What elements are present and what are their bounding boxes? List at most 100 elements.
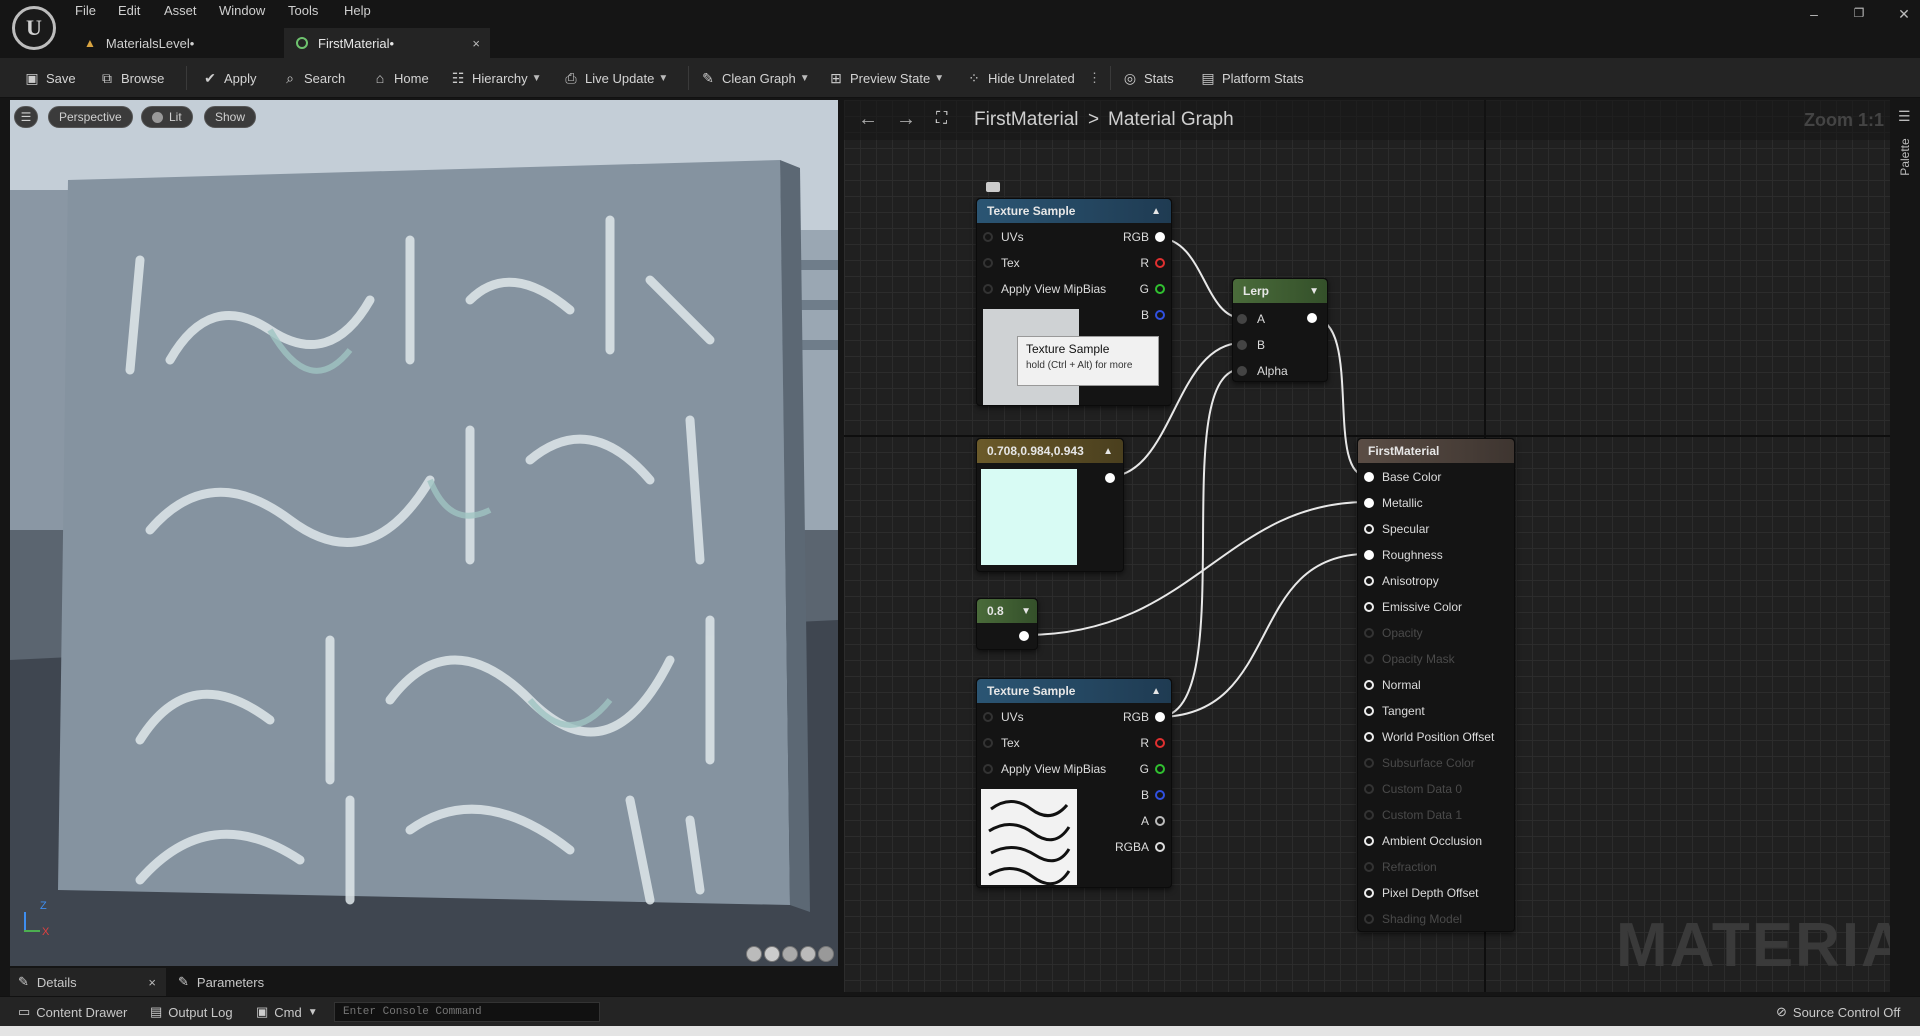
tab-first-material[interactable]: FirstMaterial• × bbox=[284, 28, 490, 58]
restore-icon[interactable]: ❐ bbox=[1845, 6, 1873, 20]
menu-tools[interactable]: Tools bbox=[288, 3, 318, 18]
menu-window[interactable]: Window bbox=[219, 3, 265, 18]
input-pin-mipbias[interactable]: Apply View MipBias bbox=[983, 759, 1106, 779]
output-pin-rgb[interactable]: RGB bbox=[1123, 227, 1165, 247]
apply-button[interactable]: ✔ Apply bbox=[202, 58, 256, 98]
result-pin-row[interactable]: Refraction bbox=[1364, 857, 1437, 877]
menu-asset[interactable]: Asset bbox=[164, 3, 197, 18]
more-options-icon[interactable]: ⋮ bbox=[1088, 58, 1101, 98]
sphere-mesh-icon[interactable] bbox=[764, 946, 780, 962]
menu-help[interactable]: Help bbox=[344, 3, 371, 18]
result-pin-row[interactable]: Custom Data 1 bbox=[1364, 805, 1462, 825]
output-pin-icon[interactable] bbox=[1105, 473, 1115, 483]
preview-state-dropdown[interactable]: ⊞ Preview State ▼ bbox=[828, 58, 944, 98]
output-pin-rgba[interactable]: RGBA bbox=[1115, 837, 1165, 857]
collapse-chevron-icon[interactable]: ▼ bbox=[1309, 286, 1319, 297]
viewport-menu-icon[interactable]: ☰ bbox=[14, 106, 38, 128]
input-pin-uvs[interactable]: UVs bbox=[983, 227, 1024, 247]
result-pin-row[interactable]: World Position Offset bbox=[1364, 727, 1494, 747]
material-result-node[interactable]: FirstMaterial Base Color Metallic Specular… bbox=[1357, 438, 1515, 932]
comment-bubble-icon[interactable] bbox=[986, 182, 1000, 192]
show-button[interactable]: Show bbox=[204, 106, 257, 128]
palette-tab[interactable]: Palette bbox=[1898, 132, 1912, 182]
palette-menu-icon[interactable]: ☰ bbox=[1898, 108, 1911, 125]
home-button[interactable]: ⌂ Home bbox=[372, 58, 429, 98]
result-pin-row[interactable]: Custom Data 0 bbox=[1364, 779, 1462, 799]
result-pin-row[interactable]: Roughness bbox=[1364, 545, 1443, 565]
menu-file[interactable]: File bbox=[75, 3, 96, 18]
content-drawer-button[interactable]: ▭ Content Drawer bbox=[18, 997, 127, 1027]
input-pin-tex[interactable]: Tex bbox=[983, 253, 1020, 273]
browse-button[interactable]: ⧉ Browse bbox=[99, 58, 164, 98]
breadcrumb-graph[interactable]: Material Graph bbox=[1108, 109, 1234, 131]
hide-unrelated-button[interactable]: ⁘ Hide Unrelated bbox=[966, 58, 1075, 98]
minimize-icon[interactable]: – bbox=[1800, 6, 1828, 22]
output-pin-icon[interactable] bbox=[1307, 313, 1317, 323]
result-pin-row[interactable]: Subsurface Color bbox=[1364, 753, 1475, 773]
tab-parameters[interactable]: ✎ Parameters bbox=[178, 968, 264, 996]
save-button[interactable]: ▣ Save bbox=[24, 58, 75, 98]
close-window-icon[interactable]: ✕ bbox=[1890, 6, 1918, 23]
tab-close-icon[interactable]: × bbox=[472, 36, 480, 51]
texture-sample-node-2[interactable]: Texture Sample ▲ UVs Tex Apply View MipBi… bbox=[976, 678, 1172, 888]
constant3vector-node[interactable]: 0.708,0.984,0.943 ▲ bbox=[976, 438, 1124, 572]
output-pin-b[interactable]: B bbox=[1141, 785, 1165, 805]
live-update-dropdown[interactable]: ⎙ Live Update ▼ bbox=[563, 58, 668, 98]
output-pin-icon[interactable] bbox=[1019, 631, 1029, 641]
output-pin-g[interactable]: G bbox=[1140, 279, 1165, 299]
result-pin-row[interactable]: Opacity Mask bbox=[1364, 649, 1455, 669]
collapse-chevron-icon[interactable]: ▲ bbox=[1151, 686, 1161, 697]
menu-edit[interactable]: Edit bbox=[118, 3, 140, 18]
result-pin-row[interactable]: Normal bbox=[1364, 675, 1421, 695]
input-pin-b[interactable]: B bbox=[1237, 335, 1265, 355]
result-pin-row[interactable]: Shading Model bbox=[1364, 909, 1462, 929]
result-pin-row[interactable]: Anisotropy bbox=[1364, 571, 1439, 591]
output-pin-b[interactable]: B bbox=[1141, 305, 1165, 325]
forward-arrow-icon[interactable]: → bbox=[896, 108, 916, 131]
result-pin-row[interactable]: Ambient Occlusion bbox=[1364, 831, 1482, 851]
tab-materials-level[interactable]: ▲ MaterialsLevel• bbox=[72, 28, 280, 58]
input-pin-alpha[interactable]: Alpha bbox=[1237, 361, 1288, 381]
cube-mesh-icon[interactable] bbox=[800, 946, 816, 962]
hierarchy-dropdown[interactable]: ☷ Hierarchy ▼ bbox=[450, 58, 542, 98]
result-pin-row[interactable]: Opacity bbox=[1364, 623, 1423, 643]
source-control-button[interactable]: ⊘ Source Control Off bbox=[1776, 997, 1900, 1027]
preview-viewport[interactable]: ☰ Perspective Lit Show Z X bbox=[10, 100, 838, 966]
platform-stats-button[interactable]: ▤ Platform Stats bbox=[1200, 58, 1303, 98]
tab-close-icon[interactable]: × bbox=[148, 975, 156, 990]
lerp-node[interactable]: Lerp ▼ A B Alpha bbox=[1232, 278, 1328, 382]
result-pin-row[interactable]: Base Color bbox=[1364, 467, 1441, 487]
tab-details[interactable]: ✎ Details × bbox=[10, 968, 166, 996]
input-pin-uvs[interactable]: UVs bbox=[983, 707, 1024, 727]
constant-node[interactable]: 0.8 ▼ bbox=[976, 598, 1038, 650]
output-pin-r[interactable]: R bbox=[1140, 253, 1165, 273]
collapse-chevron-icon[interactable]: ▲ bbox=[1151, 206, 1161, 217]
breadcrumb-asset[interactable]: FirstMaterial bbox=[974, 109, 1079, 131]
input-pin-a[interactable]: A bbox=[1237, 309, 1265, 329]
result-pin-row[interactable]: Emissive Color bbox=[1364, 597, 1462, 617]
collapse-chevron-icon[interactable]: ▲ bbox=[1103, 446, 1113, 457]
cmd-dropdown[interactable]: ▣ Cmd ▼ bbox=[256, 997, 318, 1027]
collapse-chevron-icon[interactable]: ▼ bbox=[1021, 606, 1031, 617]
unreal-logo-icon[interactable]: U bbox=[12, 6, 56, 50]
input-pin-mipbias[interactable]: Apply View MipBias bbox=[983, 279, 1106, 299]
cylinder-mesh-icon[interactable] bbox=[746, 946, 762, 962]
plane-mesh-icon[interactable] bbox=[782, 946, 798, 962]
perspective-button[interactable]: Perspective bbox=[48, 106, 133, 128]
material-graph-canvas[interactable]: Texture Sample ▲ UVs Tex Apply View MipBi… bbox=[844, 100, 1890, 992]
output-pin-g[interactable]: G bbox=[1140, 759, 1165, 779]
custom-mesh-icon[interactable] bbox=[818, 946, 834, 962]
result-pin-row[interactable]: Specular bbox=[1364, 519, 1429, 539]
preview-mesh-selector[interactable] bbox=[746, 946, 834, 962]
lit-button[interactable]: Lit bbox=[141, 106, 193, 128]
output-pin-r[interactable]: R bbox=[1140, 733, 1165, 753]
result-pin-row[interactable]: Pixel Depth Offset bbox=[1364, 883, 1479, 903]
output-log-button[interactable]: ▤ Output Log bbox=[150, 997, 233, 1027]
stats-button[interactable]: ◎ Stats bbox=[1122, 58, 1174, 98]
input-pin-tex[interactable]: Tex bbox=[983, 733, 1020, 753]
result-pin-row[interactable]: Metallic bbox=[1364, 493, 1423, 513]
search-button[interactable]: ⌕ Search bbox=[282, 58, 345, 98]
output-pin-rgb[interactable]: RGB bbox=[1123, 707, 1165, 727]
back-arrow-icon[interactable]: ← bbox=[858, 108, 878, 131]
result-pin-row[interactable]: Tangent bbox=[1364, 701, 1425, 721]
